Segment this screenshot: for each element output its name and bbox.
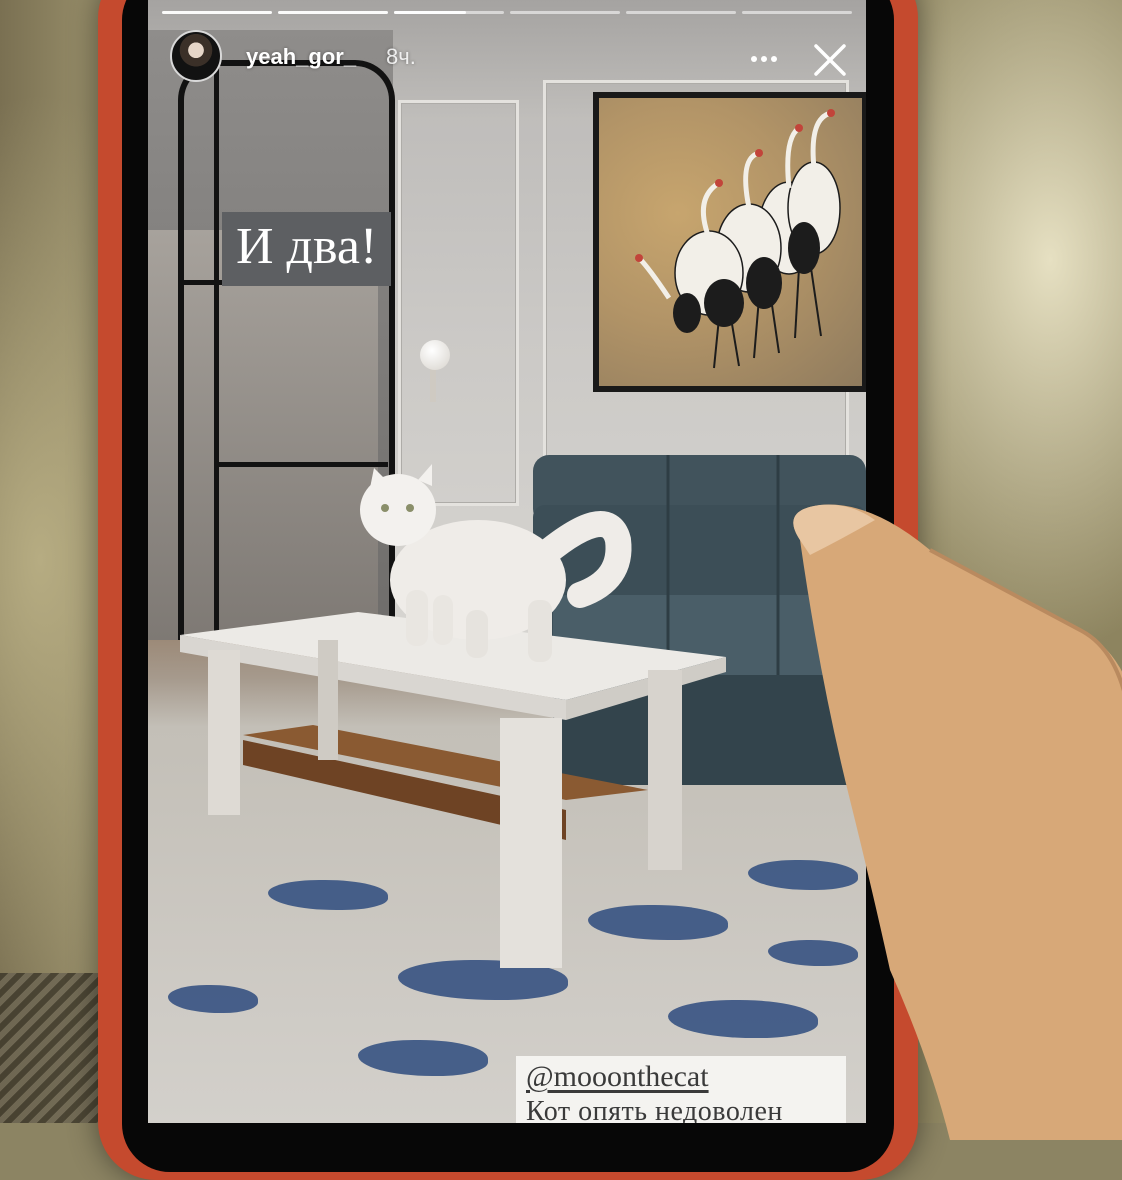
story-progress-segment	[278, 11, 388, 14]
text-sticker[interactable]: И два!	[222, 212, 392, 286]
story-progress-segment	[742, 11, 852, 14]
story-progress-fill	[394, 11, 466, 14]
story-progress-segment	[162, 11, 272, 14]
story-username[interactable]: yeah_gor_	[246, 44, 356, 70]
story-photo[interactable]	[148, 0, 866, 1123]
more-dots-icon	[751, 56, 777, 62]
more-options-button[interactable]	[744, 42, 784, 76]
story-progress-segment-current	[394, 11, 504, 14]
close-icon	[814, 44, 846, 76]
close-story-button[interactable]	[810, 40, 850, 80]
story-timestamp: 8ч.	[386, 44, 416, 69]
story-viewer[interactable]: yeah_gor_ 8ч. И два! @mooonthecat Кот оп…	[148, 0, 866, 1123]
profile-avatar[interactable]	[170, 30, 222, 82]
finger	[793, 504, 1122, 1140]
cat	[360, 464, 632, 662]
story-progress-segment	[626, 11, 736, 14]
story-progress-segment	[510, 11, 620, 14]
